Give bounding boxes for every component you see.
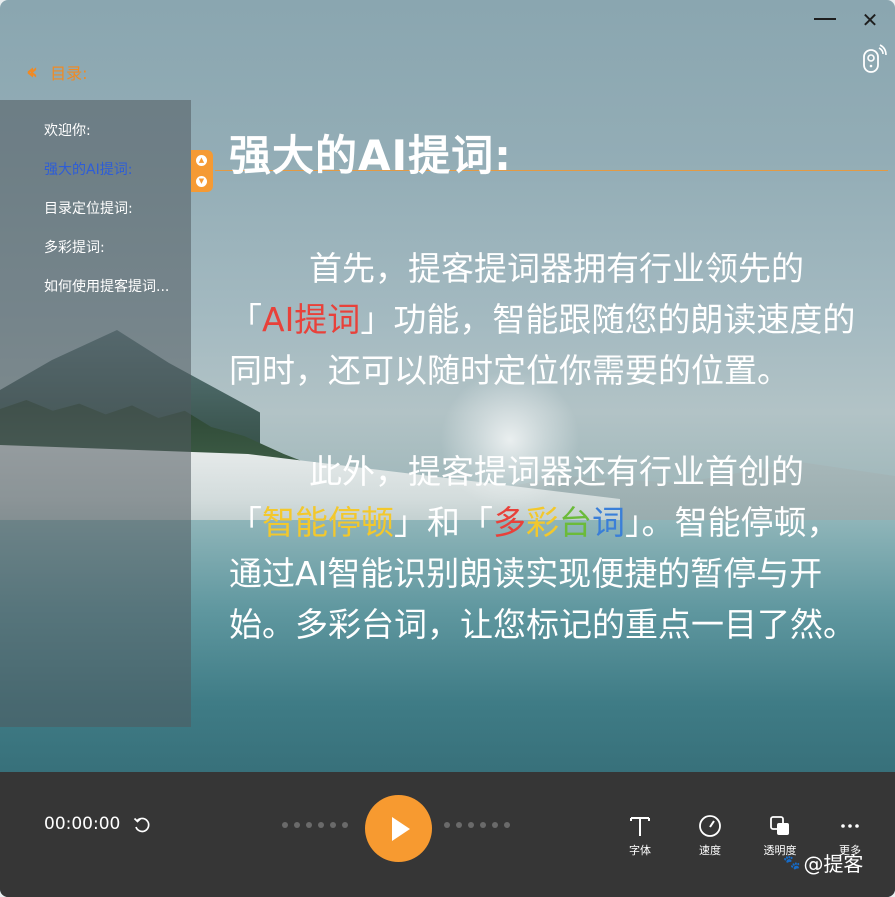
- arrow-up-icon[interactable]: ▲: [196, 155, 207, 166]
- p2-colorful-char-3: 台: [559, 503, 592, 542]
- elapsed-time: 00:00:00: [44, 814, 121, 834]
- script-paragraph-1: 首先，提客提词器拥有行业领先的「AI提词」功能，智能跟随您的朗读速度的同时，还可…: [229, 243, 869, 396]
- opacity-icon: [752, 812, 808, 840]
- p1-bracket-open: 「: [229, 300, 262, 339]
- toc-item-welcome[interactable]: 欢迎你:: [44, 120, 186, 140]
- speed-gauge-icon: [682, 812, 738, 840]
- p2-bracket-open: 「: [229, 503, 262, 542]
- teleprompter-window: ✕ ‹‹ 目录: 欢迎你: 强大的AI提词: 目录定位提词: 多彩提词: 如何使…: [0, 0, 895, 897]
- toc-item-colorful[interactable]: 多彩提词:: [44, 237, 186, 257]
- font-button[interactable]: 字体: [612, 812, 668, 858]
- toc-item-how-to-use[interactable]: 如何使用提客提词...: [44, 276, 186, 296]
- font-label: 字体: [629, 844, 651, 857]
- remote-control-icon[interactable]: [861, 44, 887, 74]
- close-icon[interactable]: ✕: [858, 8, 882, 32]
- script-paragraph-2: 此外，提客提词器还有行业首创的「智能停顿」和「多彩台词」。智能停顿，通过AI智能…: [229, 446, 869, 650]
- play-button[interactable]: [365, 795, 432, 862]
- toc-item-toc-locate[interactable]: 目录定位提词:: [44, 198, 186, 218]
- speed-dots-left: [282, 822, 348, 828]
- p2-colorful-char-4: 词: [592, 503, 625, 542]
- p2-highlight-smart-pause: 智能停顿: [262, 503, 394, 542]
- reset-icon[interactable]: [132, 815, 152, 835]
- p2-colorful-char-1: 多: [493, 503, 526, 542]
- speed-dots-right: [444, 822, 510, 828]
- arrow-down-icon[interactable]: ▼: [196, 176, 207, 187]
- minimize-icon[interactable]: [812, 8, 838, 30]
- speed-button[interactable]: 速度: [682, 812, 738, 858]
- scroll-position-handle[interactable]: ▲ ▼: [191, 150, 213, 192]
- toc-title: 目录:: [50, 64, 88, 83]
- p1-text-a: 首先，提客提词器拥有行业领先的: [309, 249, 804, 288]
- p2-text-a: 此外，提客提词器还有行业首创的: [309, 452, 804, 491]
- toc-panel: 欢迎你: 强大的AI提词: 目录定位提词: 多彩提词: 如何使用提客提词...: [0, 100, 191, 727]
- watermark-text: @提客: [803, 852, 864, 876]
- toc-item-ai-prompt[interactable]: 强大的AI提词:: [44, 159, 186, 179]
- more-dots-icon: [822, 812, 878, 840]
- watermark: 🐾 @提客: [783, 848, 863, 877]
- script-heading: 强大的AI提词:: [229, 131, 512, 180]
- double-chevron-left-icon[interactable]: ‹‹: [26, 60, 38, 85]
- p1-highlight-ai-prompt: AI提词: [262, 300, 361, 339]
- p2-colorful-char-2: 彩: [526, 503, 559, 542]
- paw-icon: 🐾: [783, 854, 801, 871]
- font-icon: [612, 812, 668, 840]
- speed-label: 速度: [699, 844, 721, 857]
- toc-header[interactable]: ‹‹ 目录:: [26, 58, 88, 86]
- p2-text-d: 」和「: [394, 503, 493, 542]
